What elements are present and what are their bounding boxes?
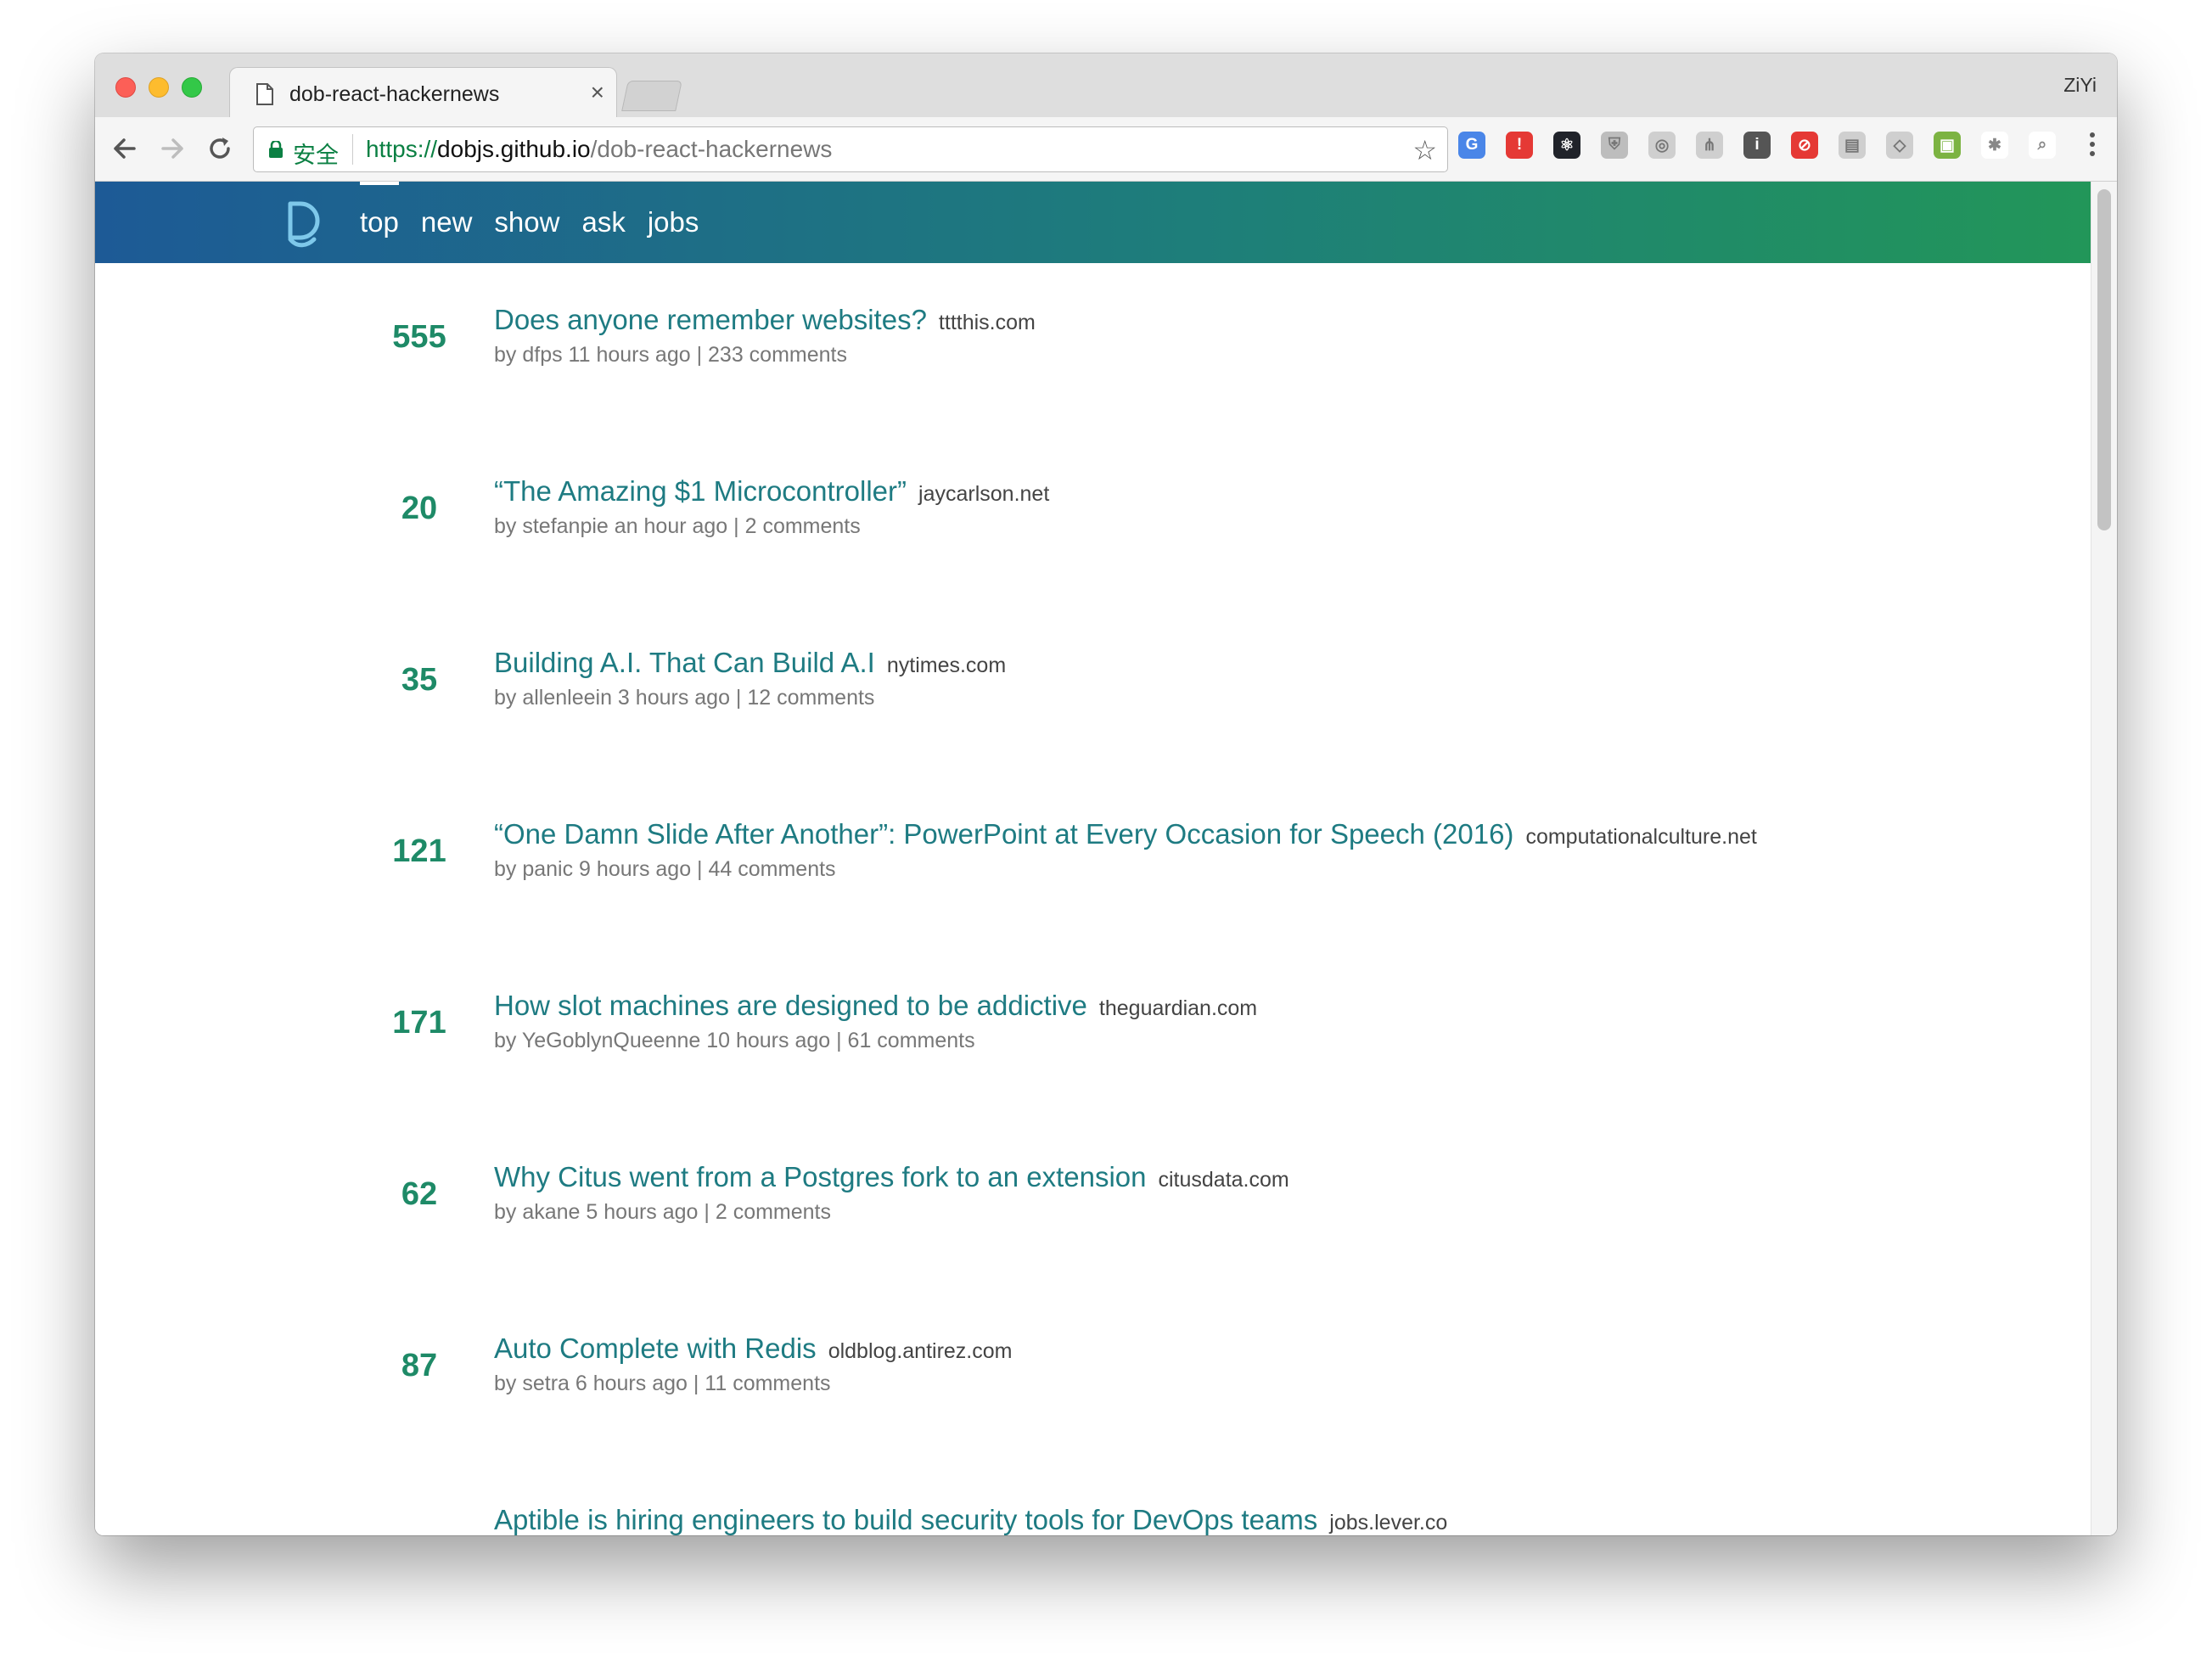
reload-icon[interactable] <box>204 132 236 165</box>
menu-icon[interactable] <box>2090 132 2095 160</box>
search-extension-icon[interactable]: ⌕ <box>2029 132 2056 159</box>
story-title-link[interactable]: “The Amazing $1 Microcontroller” <box>494 475 907 507</box>
document-icon <box>256 83 273 105</box>
story-meta[interactable]: by panic 9 hours ago | 44 comments <box>494 857 836 882</box>
news-item: 87 Auto Complete with Redis oldblog.antire… <box>95 1292 2091 1463</box>
tab-close-icon[interactable]: × <box>591 79 604 106</box>
story-domain: theguardian.com <box>1098 996 1258 1020</box>
shield-extension-icon[interactable]: ⛨ <box>1601 132 1628 159</box>
score: 62 <box>401 1176 438 1212</box>
story-domain: computationalculture.net <box>1525 825 1757 849</box>
info-extension-icon[interactable]: i <box>1743 132 1771 159</box>
story-meta[interactable]: by stefanpie an hour ago | 2 comments <box>494 514 861 539</box>
score: 555 <box>392 319 446 355</box>
news-item: 62 Why Citus went from a Postgres fork to… <box>95 1120 2091 1292</box>
site-header: top new show ask jobs <box>95 182 2091 263</box>
forward-arrow-icon[interactable] <box>156 132 188 165</box>
secure-label: 安全 <box>293 143 339 168</box>
pinwheel-extension-icon[interactable]: ✱ <box>1981 132 2008 159</box>
story-title-row: Building A.I. That Can Build A.I nytimes.… <box>494 647 1006 679</box>
score: 171 <box>392 1005 446 1041</box>
close-window-button[interactable] <box>115 77 136 98</box>
browser-window: dob-react-hackernews × ZiYi 安全 https://d… <box>95 53 2117 1535</box>
story-meta[interactable]: by allenleein 3 hours ago | 12 comments <box>494 686 874 710</box>
url-path: /dob-react-hackernews <box>590 136 833 162</box>
screenshot-extension-icon[interactable]: ▣ <box>1934 132 1961 159</box>
tree-extension-icon[interactable]: ⋔ <box>1696 132 1723 159</box>
browser-tab[interactable]: dob-react-hackernews × <box>229 67 617 119</box>
nav-item-jobs[interactable]: jobs <box>648 182 699 263</box>
profile-name[interactable]: ZiYi <box>2063 74 2097 97</box>
page-viewport: top new show ask jobs 555 Does anyone remembe… <box>95 182 2117 1535</box>
tab-title: dob-react-hackernews <box>289 82 500 106</box>
score: 20 <box>401 491 438 526</box>
layout-extension-icon[interactable]: ▤ <box>1839 132 1866 159</box>
news-item: Aptible is hiring engineers to build sec… <box>95 1463 2091 1535</box>
dob-logo-icon[interactable] <box>284 200 324 248</box>
score: 35 <box>401 662 438 698</box>
url-host: dobjs.github.io <box>437 136 591 162</box>
story-domain: jobs.lever.co <box>1329 1511 1448 1535</box>
back-arrow-icon[interactable] <box>109 132 141 165</box>
story-title-row: “One Damn Slide After Another”: PowerPoi… <box>494 818 1757 850</box>
nav-item-show[interactable]: show <box>494 182 559 263</box>
story-meta[interactable]: by dfps 11 hours ago | 233 comments <box>494 343 847 368</box>
compass-extension-icon[interactable]: ◇ <box>1886 132 1913 159</box>
news-item: 121 “One Damn Slide After Another”: Power… <box>95 777 2091 949</box>
news-item: 35 Building A.I. That Can Build A.I nytime… <box>95 606 2091 777</box>
url-text[interactable]: https://dobjs.github.io/dob-react-hacker… <box>366 136 832 163</box>
story-domain: nytimes.com <box>886 654 1007 677</box>
story-title-link[interactable]: Why Citus went from a Postgres fork to a… <box>494 1161 1147 1192</box>
new-tab-button[interactable] <box>621 81 682 111</box>
scrollbar[interactable] <box>2091 182 2117 1535</box>
story-title-row: How slot machines are designed to be add… <box>494 990 1257 1022</box>
score: 87 <box>401 1348 438 1383</box>
nav-item-top[interactable]: top <box>360 182 399 263</box>
story-title-link[interactable]: Auto Complete with Redis <box>494 1333 817 1364</box>
score: 121 <box>392 833 446 869</box>
nav-item-ask[interactable]: ask <box>581 182 625 263</box>
story-title-row: Does anyone remember websites? tttthis.co… <box>494 304 1036 336</box>
story-meta[interactable]: by akane 5 hours ago | 2 comments <box>494 1200 831 1225</box>
story-title-row: Why Citus went from a Postgres fork to a… <box>494 1161 1289 1193</box>
story-domain: tttthis.com <box>938 311 1036 334</box>
minimize-window-button[interactable] <box>149 77 169 98</box>
nav-item-new[interactable]: new <box>421 182 473 263</box>
browser-toolbar: 安全 https://dobjs.github.io/dob-react-hac… <box>95 117 2117 182</box>
story-title-link[interactable]: “One Damn Slide After Another”: PowerPoi… <box>494 818 1513 850</box>
news-item: 555 Does anyone remember websites? tttthis… <box>95 263 2091 435</box>
url-divider <box>352 134 353 165</box>
url-scheme: https:// <box>366 136 438 162</box>
news-item: 20 “The Amazing $1 Microcontroller” jaycar… <box>95 435 2091 606</box>
react-devtools-extension-icon[interactable]: ⚛ <box>1553 132 1580 159</box>
google-translate-extension-icon[interactable]: G <box>1458 132 1485 159</box>
story-meta[interactable]: by setra 6 hours ago | 11 comments <box>494 1372 831 1396</box>
zoom-window-button[interactable] <box>182 77 202 98</box>
story-domain: oldblog.antirez.com <box>828 1339 1013 1363</box>
story-title-link[interactable]: How slot machines are designed to be add… <box>494 990 1087 1021</box>
story-meta[interactable]: by YeGoblynQueenne 10 hours ago | 61 com… <box>494 1029 975 1053</box>
title-bar: dob-react-hackernews × ZiYi <box>95 53 2117 119</box>
story-domain: citusdata.com <box>1158 1168 1289 1192</box>
story-title-link[interactable]: Aptible is hiring engineers to build sec… <box>494 1504 1317 1535</box>
story-title-row: Auto Complete with Redis oldblog.antirez.… <box>494 1333 1012 1365</box>
story-title-row: Aptible is hiring engineers to build sec… <box>494 1504 1447 1535</box>
story-title-row: “The Amazing $1 Microcontroller” jaycarls… <box>494 475 1049 508</box>
scrollbar-thumb[interactable] <box>2097 189 2111 530</box>
story-title-link[interactable]: Does anyone remember websites? <box>494 304 927 335</box>
main-nav: top new show ask jobs <box>360 182 721 263</box>
story-title-link[interactable]: Building A.I. That Can Build A.I <box>494 647 875 678</box>
news-item: 171 How slot machines are designed to be … <box>95 949 2091 1120</box>
block-extension-icon[interactable]: ⊘ <box>1791 132 1818 159</box>
address-bar[interactable]: 安全 https://dobjs.github.io/dob-react-hac… <box>253 126 1448 172</box>
adblock-extension-icon[interactable]: ! <box>1506 132 1533 159</box>
story-domain: jaycarlson.net <box>918 482 1050 506</box>
lock-icon <box>269 141 283 158</box>
bookmark-star-icon[interactable]: ☆ <box>1412 134 1437 166</box>
target-extension-icon[interactable]: ◎ <box>1648 132 1676 159</box>
